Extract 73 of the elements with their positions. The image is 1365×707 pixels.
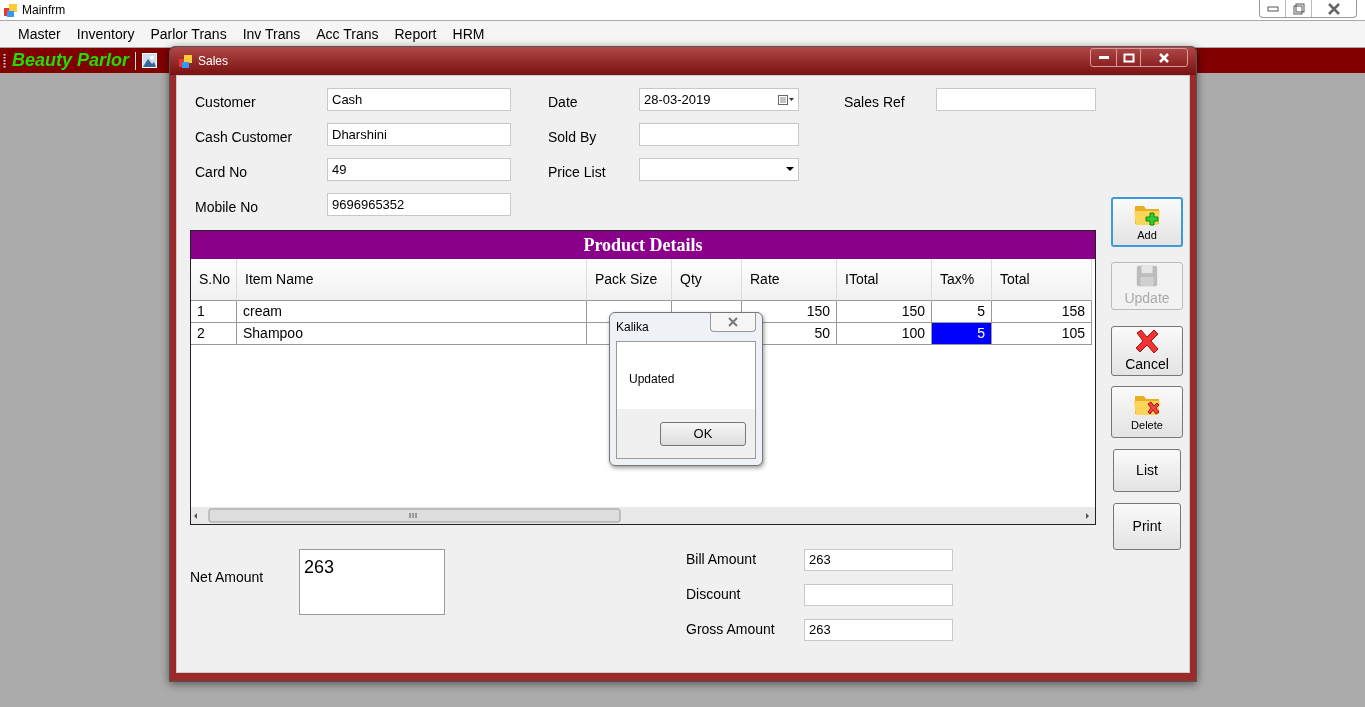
- field-label: Mobile No: [195, 198, 260, 217]
- dialog-title: Kalika: [616, 319, 649, 336]
- dropdown-field[interactable]: [639, 158, 799, 181]
- text-field[interactable]: 49: [327, 158, 511, 181]
- app-icon: [178, 53, 193, 69]
- table-cell: 105: [992, 323, 1092, 345]
- column-header[interactable]: Rate: [742, 259, 837, 301]
- field-label: Discount: [686, 585, 742, 604]
- table-cell: 2: [191, 323, 237, 345]
- field-label: Sales Ref: [844, 93, 906, 112]
- dropdown-arrow-icon: [786, 167, 794, 172]
- close-icon: [727, 317, 739, 327]
- column-header[interactable]: Total: [992, 259, 1092, 301]
- menu-item[interactable]: Master: [10, 23, 69, 45]
- toolbar-button[interactable]: Print: [1113, 503, 1181, 550]
- close-icon: [1158, 52, 1170, 63]
- minimize-icon: [1097, 55, 1110, 60]
- close-icon: [1327, 2, 1341, 15]
- toolbar-button[interactable]: Add: [1111, 197, 1183, 247]
- field-label: Gross Amount: [686, 620, 776, 639]
- field-label: Sold By: [548, 128, 598, 147]
- text-field[interactable]: [639, 123, 799, 146]
- text-field[interactable]: Dharshini: [327, 123, 511, 146]
- text-field[interactable]: 9696965352: [327, 193, 511, 216]
- toolbar-button[interactable]: Delete: [1111, 386, 1183, 438]
- toolbar-button[interactable]: Cancel: [1111, 326, 1183, 376]
- text-field[interactable]: 263: [804, 549, 953, 571]
- menu-item[interactable]: HRM: [444, 23, 493, 45]
- text-field[interactable]: Cash: [327, 88, 511, 111]
- calendar-dropdown-icon: [778, 94, 794, 105]
- menu-item[interactable]: Report: [386, 23, 445, 45]
- field-label: Cash Customer: [195, 128, 294, 147]
- table-cell: 1: [191, 301, 237, 323]
- field-label: Customer: [195, 93, 257, 112]
- app-icon: [3, 2, 18, 18]
- text-field[interactable]: [804, 584, 953, 606]
- table-cell: 158: [992, 301, 1092, 323]
- restore-icon: [1292, 2, 1305, 15]
- column-header[interactable]: Item Name: [237, 259, 587, 301]
- picture-icon[interactable]: [142, 53, 158, 68]
- field-label: Net Amount: [190, 568, 265, 587]
- field-label: Price List: [548, 163, 607, 182]
- amount-field[interactable]: 263: [299, 549, 445, 615]
- table-cell: Shampoo: [237, 323, 587, 345]
- ok-button[interactable]: OK: [660, 421, 746, 446]
- menu-item[interactable]: Inv Trans: [234, 23, 309, 45]
- horizontal-scrollbar[interactable]: [191, 507, 1095, 524]
- menu-item[interactable]: Parlor Trans: [142, 23, 235, 45]
- grip-icon: [3, 52, 6, 69]
- toolbar-button[interactable]: List: [1113, 449, 1181, 492]
- field-label: Bill Amount: [686, 550, 758, 569]
- column-header[interactable]: Tax%: [932, 259, 992, 301]
- window-title: Sales: [198, 53, 229, 70]
- column-header[interactable]: Qty: [672, 259, 742, 301]
- menu-item[interactable]: Acc Trans: [308, 23, 387, 45]
- date-picker[interactable]: 28-03-2019: [639, 88, 799, 111]
- window-title: Mainfrm: [22, 2, 66, 19]
- column-header[interactable]: S.No: [191, 259, 237, 301]
- dialog-message: Updated: [628, 371, 676, 388]
- app-title: Beauty Parlor: [12, 49, 130, 72]
- minimize-icon: [1266, 5, 1279, 12]
- maximize-icon: [1122, 52, 1135, 63]
- column-header[interactable]: ITotal: [837, 259, 932, 301]
- column-header[interactable]: Pack Size: [587, 259, 672, 301]
- table-cell: 5: [932, 323, 992, 345]
- text-field[interactable]: [936, 88, 1096, 111]
- text-field[interactable]: 263: [804, 619, 953, 641]
- table-cell: 150: [837, 301, 932, 323]
- field-label: Card No: [195, 163, 249, 182]
- grid-title: Product Details: [191, 231, 1095, 259]
- table-cell: cream: [237, 301, 587, 323]
- menu-item[interactable]: Inventory: [68, 23, 143, 45]
- field-label: Date: [548, 93, 579, 112]
